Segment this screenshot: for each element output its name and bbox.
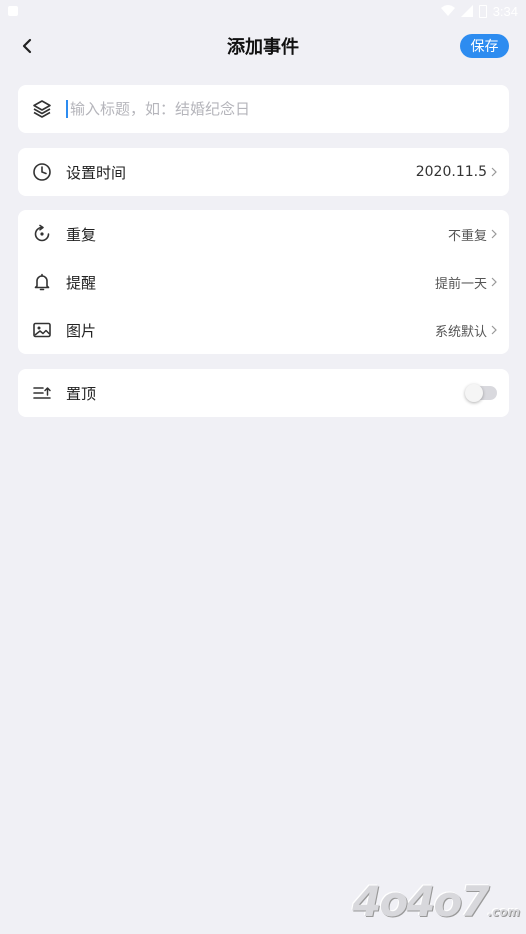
- notification-icon: [8, 6, 18, 16]
- time-row[interactable]: 设置时间 2020.11.5: [18, 148, 509, 196]
- chevron-right-icon: [491, 167, 497, 177]
- watermark-suffix: .com: [487, 905, 520, 919]
- bell-icon: [32, 272, 52, 292]
- repeat-icon: [32, 224, 52, 244]
- save-button[interactable]: 保存: [460, 34, 509, 58]
- chevron-right-icon: [491, 229, 497, 239]
- status-right: 3:34: [440, 3, 518, 19]
- repeat-row[interactable]: 重复 不重复: [18, 210, 509, 258]
- reminder-value: 提前一天: [435, 273, 497, 292]
- title-row: [18, 85, 509, 133]
- title-input[interactable]: [66, 100, 466, 118]
- time-value-text: 2020.11.5: [415, 164, 487, 180]
- watermark-text: 4o4o7: [352, 877, 489, 926]
- page-title: 添加事件: [227, 37, 299, 58]
- signal-icon: [460, 5, 473, 17]
- repeat-value: 不重复: [448, 225, 497, 244]
- image-icon: [32, 320, 52, 340]
- chevron-right-icon: [491, 277, 497, 287]
- pin-top-icon: [32, 383, 52, 403]
- time-label: 设置时间: [66, 163, 127, 182]
- pin-row: 置顶: [18, 369, 509, 417]
- status-bar: 3:34: [0, 0, 526, 22]
- wifi-icon: [440, 5, 455, 16]
- reminder-row[interactable]: 提醒 提前一天: [18, 258, 509, 306]
- pin-card: 置顶: [18, 369, 509, 417]
- image-label: 图片: [66, 321, 97, 340]
- image-value-text: 系统默认: [434, 324, 487, 340]
- pin-label: 置顶: [66, 384, 97, 403]
- time-card: 设置时间 2020.11.5: [18, 148, 509, 196]
- toggle-knob: [465, 384, 483, 402]
- title-card: [18, 85, 509, 133]
- options-card: 重复 不重复 提醒 提前一天 图片 系统默认: [18, 210, 509, 354]
- image-row[interactable]: 图片 系统默认: [18, 306, 509, 354]
- layers-icon: [32, 99, 52, 119]
- chevron-left-icon: [22, 38, 32, 54]
- reminder-label: 提醒: [66, 273, 97, 292]
- repeat-value-text: 不重复: [447, 228, 487, 244]
- site-watermark: 4o4o7.com: [352, 877, 520, 926]
- repeat-label: 重复: [66, 225, 97, 244]
- back-button[interactable]: [14, 32, 40, 60]
- header: 添加事件 保存: [0, 22, 526, 70]
- chevron-right-icon: [491, 325, 497, 335]
- battery-icon: [478, 4, 487, 18]
- reminder-value-text: 提前一天: [434, 276, 487, 292]
- status-left: [8, 6, 18, 16]
- status-time: 3:34: [492, 3, 518, 19]
- pin-toggle[interactable]: [465, 384, 497, 402]
- image-value: 系统默认: [435, 321, 497, 340]
- clock-icon: [32, 162, 52, 182]
- time-value: 2020.11.5: [416, 164, 497, 180]
